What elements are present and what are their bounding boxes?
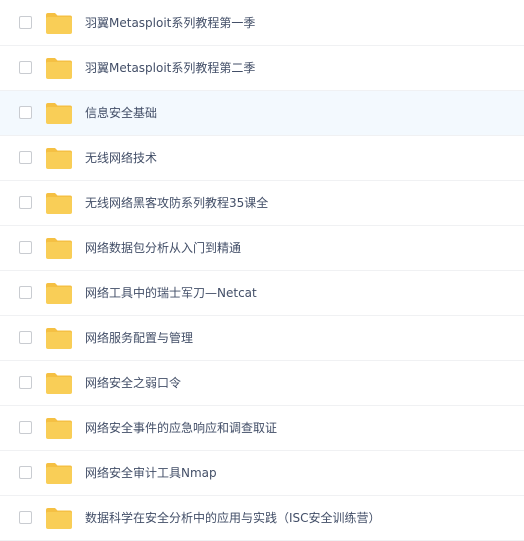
file-name[interactable]: 羽翼Metasploit系列教程第二季	[85, 46, 255, 90]
row-checkbox[interactable]	[19, 421, 32, 434]
file-row[interactable]: 网络安全审计工具Nmap	[0, 451, 524, 496]
file-name[interactable]: 网络安全审计工具Nmap	[85, 451, 217, 495]
row-checkbox[interactable]	[19, 376, 32, 389]
file-name[interactable]: 网络服务配置与管理	[85, 316, 193, 360]
folder-icon	[45, 236, 73, 260]
row-checkbox[interactable]	[19, 106, 32, 119]
file-row[interactable]: 羽翼Metasploit系列教程第一季	[0, 1, 524, 46]
folder-icon	[45, 461, 73, 485]
row-checkbox[interactable]	[19, 61, 32, 74]
folder-icon	[45, 281, 73, 305]
folder-icon	[45, 146, 73, 170]
file-name[interactable]: 无线网络技术	[85, 136, 157, 180]
folder-icon	[45, 326, 73, 350]
folder-icon	[45, 11, 73, 35]
row-checkbox[interactable]	[19, 331, 32, 344]
file-row[interactable]: 网络服务配置与管理	[0, 316, 524, 361]
folder-icon	[45, 506, 73, 530]
folder-icon	[45, 416, 73, 440]
file-row[interactable]: 网络工具中的瑞士军刀—Netcat	[0, 271, 524, 316]
file-row[interactable]: 羽翼Metasploit系列教程第二季	[0, 46, 524, 91]
file-row[interactable]: 无线网络技术	[0, 136, 524, 181]
row-checkbox[interactable]	[19, 286, 32, 299]
file-name[interactable]: 无线网络黑客攻防系列教程35课全	[85, 181, 268, 225]
row-checkbox[interactable]	[19, 16, 32, 29]
folder-icon	[45, 371, 73, 395]
file-name[interactable]: 网络数据包分析从入门到精通	[85, 226, 241, 270]
file-name[interactable]: 羽翼Metasploit系列教程第一季	[85, 1, 255, 45]
folder-icon	[45, 56, 73, 80]
file-row[interactable]: 网络安全事件的应急响应和调查取证	[0, 406, 524, 451]
file-row[interactable]: 数据科学在安全分析中的应用与实践（ISC安全训练营）	[0, 496, 524, 541]
file-name[interactable]: 信息安全基础	[85, 91, 157, 135]
file-name[interactable]: 网络安全之弱口令	[85, 361, 181, 405]
row-checkbox[interactable]	[19, 196, 32, 209]
file-list: 羽翼Metasploit系列教程第一季 羽翼Metasploit系列教程第二季 信息…	[0, 0, 524, 541]
row-checkbox[interactable]	[19, 241, 32, 254]
folder-icon	[45, 101, 73, 125]
row-checkbox[interactable]	[19, 151, 32, 164]
file-name[interactable]: 网络安全事件的应急响应和调查取证	[85, 406, 277, 450]
file-row[interactable]: 网络数据包分析从入门到精通	[0, 226, 524, 271]
row-checkbox[interactable]	[19, 511, 32, 524]
file-name[interactable]: 数据科学在安全分析中的应用与实践（ISC安全训练营）	[85, 496, 381, 540]
file-name[interactable]: 网络工具中的瑞士军刀—Netcat	[85, 271, 257, 315]
row-checkbox[interactable]	[19, 466, 32, 479]
file-row[interactable]: 信息安全基础	[0, 91, 524, 136]
file-row[interactable]: 网络安全之弱口令	[0, 361, 524, 406]
file-row[interactable]: 无线网络黑客攻防系列教程35课全	[0, 181, 524, 226]
folder-icon	[45, 191, 73, 215]
